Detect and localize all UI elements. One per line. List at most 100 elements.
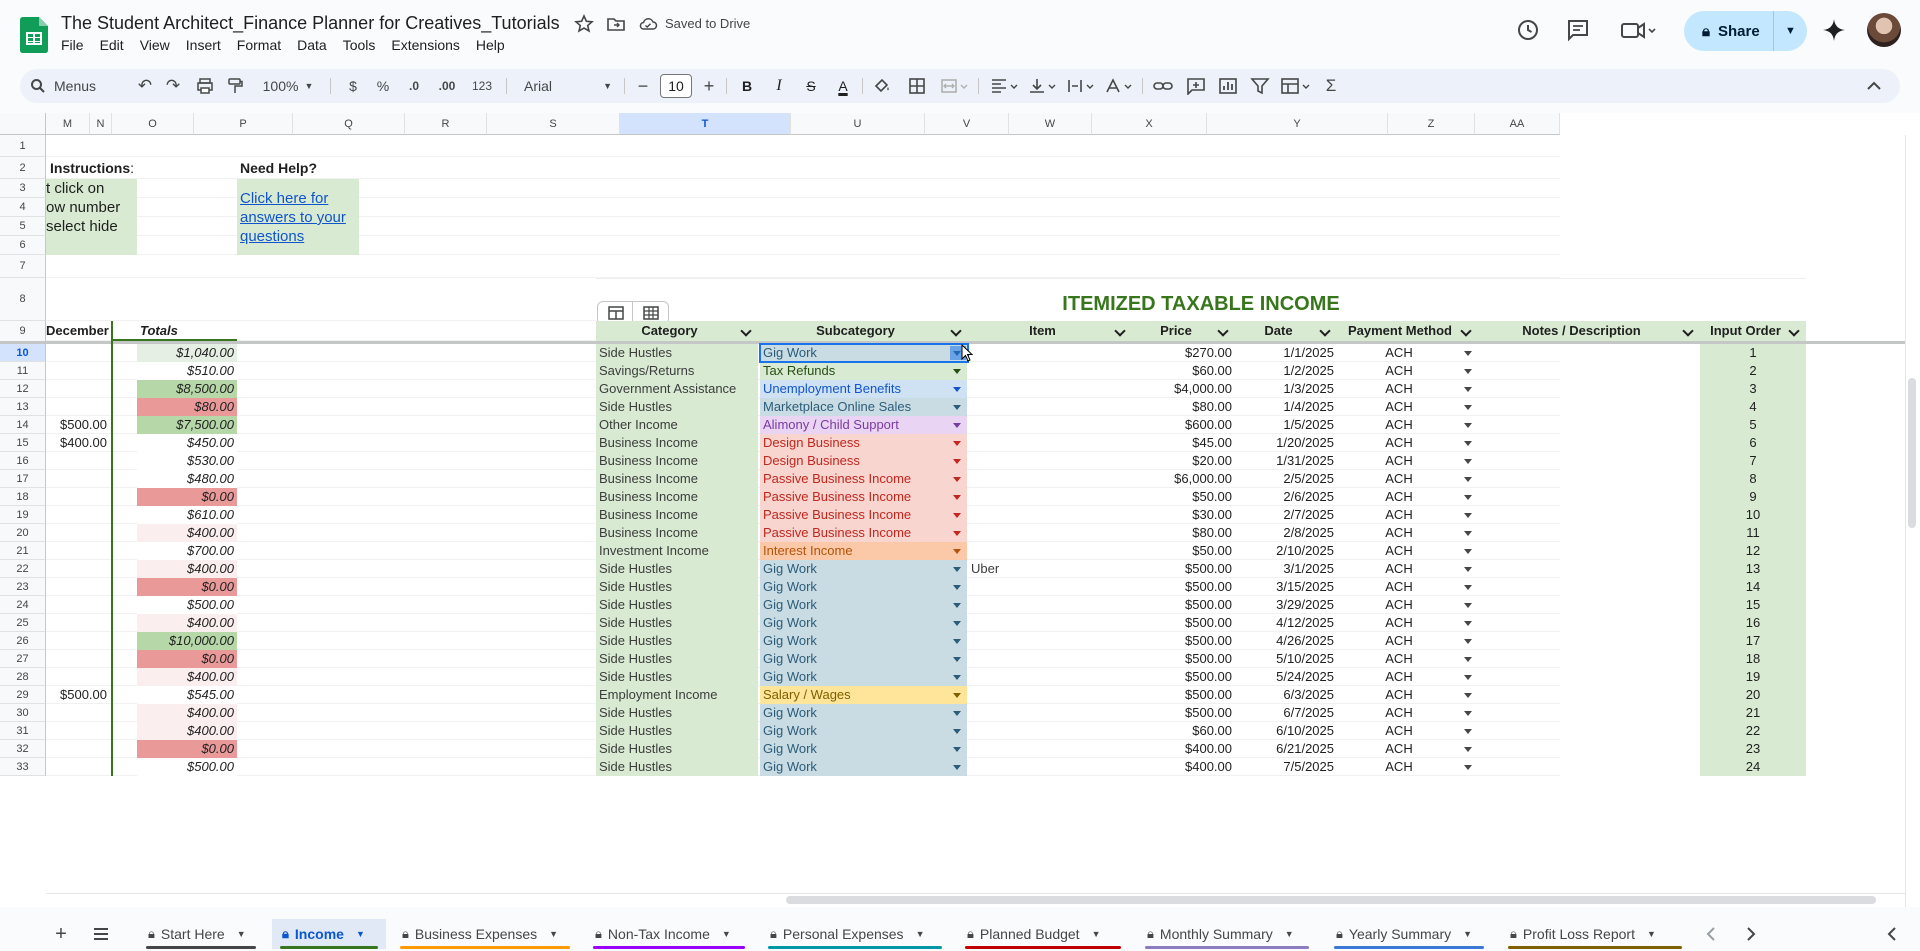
text-wrapping-icon[interactable] xyxy=(1066,77,1096,95)
category-cell[interactable]: Side Hustles xyxy=(596,596,758,614)
dropdown-arrow-icon[interactable] xyxy=(953,585,961,590)
notes-cell[interactable] xyxy=(1478,722,1700,740)
row-header[interactable]: 29 xyxy=(0,686,46,704)
sheet-tab[interactable]: 🔒︎ Non-Tax Income ▼ xyxy=(585,919,753,949)
date-cell[interactable]: 1/2/2025 xyxy=(1235,362,1337,380)
totals-cell[interactable]: $400.00 xyxy=(137,722,237,740)
totals-cell[interactable]: $7,500.00 xyxy=(137,416,237,434)
dropdown-arrow-icon[interactable] xyxy=(953,423,961,428)
share-button[interactable]: 🔒︎ Share ▼ xyxy=(1684,11,1807,51)
payment-method-cell[interactable]: ACH xyxy=(1337,560,1478,578)
totals-cell[interactable]: $400.00 xyxy=(137,560,237,578)
price-cell[interactable]: $500.00 xyxy=(1132,704,1235,722)
row-header[interactable]: 32 xyxy=(0,740,46,758)
row-header[interactable]: 19 xyxy=(0,506,46,524)
date-cell[interactable]: 4/12/2025 xyxy=(1235,614,1337,632)
avatar[interactable] xyxy=(1867,13,1901,47)
notes-cell[interactable] xyxy=(1478,614,1700,632)
table-column-header[interactable]: Payment Method xyxy=(1337,321,1478,341)
input-order-cell[interactable]: 10 xyxy=(1700,506,1806,524)
price-cell[interactable]: $500.00 xyxy=(1132,650,1235,668)
meet-icon[interactable] xyxy=(1619,17,1657,43)
chevron-down-icon[interactable] xyxy=(950,325,962,337)
date-cell[interactable]: 3/15/2025 xyxy=(1235,578,1337,596)
move-folder-icon[interactable] xyxy=(606,14,626,34)
table-column-header[interactable]: Subcategory xyxy=(758,321,968,341)
category-cell[interactable]: Other Income xyxy=(596,416,758,434)
currency-format-button[interactable]: $ xyxy=(340,69,366,103)
strikethrough-button[interactable]: S xyxy=(798,69,824,103)
select-all-corner[interactable] xyxy=(0,113,46,135)
increase-font-size-icon[interactable]: + xyxy=(698,69,720,103)
price-cell[interactable]: $500.00 xyxy=(1132,686,1235,704)
dropdown-arrow-icon[interactable] xyxy=(1464,567,1472,572)
column-header[interactable]: O xyxy=(112,113,194,135)
column-header[interactable]: Z xyxy=(1388,113,1475,135)
row-header[interactable]: 6 xyxy=(0,236,46,255)
notes-cell[interactable] xyxy=(1478,740,1700,758)
chevron-down-icon[interactable] xyxy=(740,325,752,337)
row-header[interactable]: 13 xyxy=(0,398,46,416)
price-cell[interactable]: $6,000.00 xyxy=(1132,470,1235,488)
input-order-cell[interactable]: 2 xyxy=(1700,362,1806,380)
date-cell[interactable]: 6/7/2025 xyxy=(1235,704,1337,722)
price-cell[interactable]: $500.00 xyxy=(1132,632,1235,650)
payment-method-cell[interactable]: ACH xyxy=(1337,434,1478,452)
notes-cell[interactable] xyxy=(1478,344,1700,362)
notes-cell[interactable] xyxy=(1478,632,1700,650)
notes-cell[interactable] xyxy=(1478,578,1700,596)
chevron-down-icon[interactable] xyxy=(1114,325,1126,337)
chevron-down-icon[interactable]: ▼ xyxy=(1463,929,1472,939)
version-history-icon[interactable] xyxy=(1515,17,1541,43)
input-order-cell[interactable]: 1 xyxy=(1700,344,1806,362)
dropdown-arrow-icon[interactable] xyxy=(1464,585,1472,590)
price-cell[interactable]: $80.00 xyxy=(1132,398,1235,416)
subcategory-cell[interactable]: Marketplace Online Sales xyxy=(760,398,967,416)
chevron-down-icon[interactable]: ▼ xyxy=(916,929,925,939)
dropdown-arrow-icon[interactable] xyxy=(1464,369,1472,374)
price-cell[interactable]: $400.00 xyxy=(1132,758,1235,776)
table-column-header[interactable]: Input Order xyxy=(1700,321,1806,341)
input-order-cell[interactable]: 7 xyxy=(1700,452,1806,470)
menu-extensions[interactable]: Extensions xyxy=(391,37,469,53)
payment-method-cell[interactable]: ACH xyxy=(1337,524,1478,542)
dropdown-arrow-icon[interactable] xyxy=(953,459,961,464)
row-header[interactable]: 8 xyxy=(0,278,46,321)
totals-cell[interactable]: $545.00 xyxy=(137,686,237,704)
row-header[interactable]: 5 xyxy=(0,217,46,236)
dropdown-arrow-icon[interactable] xyxy=(1464,495,1472,500)
subcategory-cell[interactable]: Gig Work xyxy=(760,560,967,578)
dropdown-arrow-icon[interactable] xyxy=(1464,711,1472,716)
totals-cell[interactable]: $530.00 xyxy=(137,452,237,470)
category-cell[interactable]: Side Hustles xyxy=(596,704,758,722)
print-icon[interactable] xyxy=(196,77,214,95)
input-order-cell[interactable]: 6 xyxy=(1700,434,1806,452)
chevron-down-icon[interactable] xyxy=(1788,325,1800,337)
totals-cell[interactable]: $0.00 xyxy=(137,578,237,596)
sheet-tab[interactable]: 🔒︎ Yearly Summary ▼ xyxy=(1326,919,1492,949)
dropdown-arrow-icon[interactable] xyxy=(953,441,961,446)
payment-method-cell[interactable]: ACH xyxy=(1337,632,1478,650)
insert-comment-icon[interactable] xyxy=(1186,77,1206,95)
subcategory-cell[interactable]: Passive Business Income xyxy=(760,470,967,488)
input-order-cell[interactable]: 9 xyxy=(1700,488,1806,506)
chevron-down-icon[interactable] xyxy=(1460,325,1472,337)
price-cell[interactable]: $270.00 xyxy=(1132,344,1235,362)
dropdown-arrow-icon[interactable] xyxy=(953,387,961,392)
subcategory-cell[interactable]: Gig Work xyxy=(760,614,967,632)
zoom-select[interactable]: 100% ▼ xyxy=(258,69,318,103)
row-header[interactable]: 26 xyxy=(0,632,46,650)
category-cell[interactable]: Investment Income xyxy=(596,542,758,560)
dropdown-arrow-icon[interactable] xyxy=(953,693,961,698)
row-header[interactable]: 3 xyxy=(0,179,46,198)
payment-method-cell[interactable]: ACH xyxy=(1337,758,1478,776)
notes-cell[interactable] xyxy=(1478,434,1700,452)
dropdown-arrow-icon[interactable] xyxy=(1464,531,1472,536)
subcategory-cell[interactable]: Design Business xyxy=(760,434,967,452)
subcategory-cell[interactable]: Interest Income xyxy=(760,542,967,560)
payment-method-cell[interactable]: ACH xyxy=(1337,614,1478,632)
help-link[interactable]: questions xyxy=(237,227,307,246)
notes-cell[interactable] xyxy=(1478,650,1700,668)
category-cell[interactable]: Side Hustles xyxy=(596,758,758,776)
column-header[interactable]: T xyxy=(620,113,791,135)
